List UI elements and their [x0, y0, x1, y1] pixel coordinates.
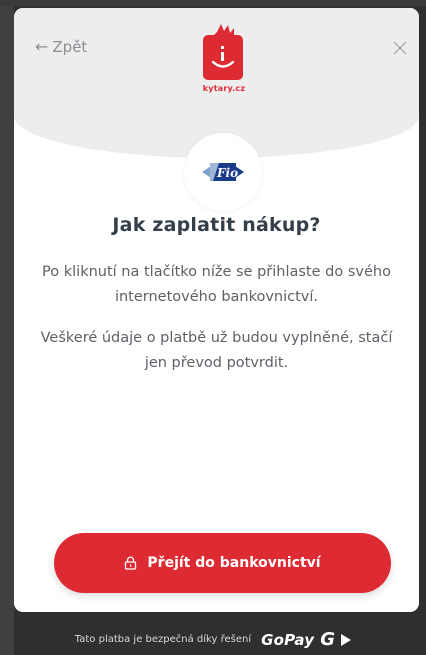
back-button[interactable]: ← Zpět: [35, 38, 87, 56]
go-to-banking-label: Přejít do bankovnictví: [147, 555, 321, 571]
page-title: Jak zaplatit nákup?: [112, 214, 321, 236]
instruction-text-1: Po kliknutí na tlačítko níže se přihlast…: [42, 264, 391, 305]
fio-bank-logo-icon: Fio: [202, 163, 244, 181]
gopay-g-letter: G: [320, 628, 336, 650]
arrow-left-icon: ←: [35, 37, 49, 56]
footer-text: Tato platba je bezpečná díky řešení: [74, 634, 252, 645]
back-label: Zpět: [52, 38, 88, 56]
payment-modal: ← Zpět kytary.cz Fio Jak zaplatit nákup?…: [14, 8, 419, 612]
go-to-banking-button[interactable]: Přejít do bankovnictví: [54, 533, 391, 593]
bank-logo-text: Fio: [216, 166, 238, 180]
page-backdrop-left: [0, 0, 14, 655]
footer: Tato platba je bezpečná díky řešení GoPa…: [0, 624, 426, 655]
bank-logo-circle: Fio: [184, 133, 262, 211]
logo-text: kytary.cz: [202, 84, 246, 93]
gopay-brand-text: GoPay: [261, 630, 315, 649]
page-backdrop-top: [0, 0, 426, 6]
close-icon[interactable]: [392, 40, 408, 56]
lock-icon: [125, 556, 137, 570]
play-icon: [341, 633, 352, 646]
gopay-logo: GoPay G: [261, 628, 352, 650]
instruction-text-2: Veškeré údaje o platbě už budou vyplněné…: [40, 330, 393, 371]
